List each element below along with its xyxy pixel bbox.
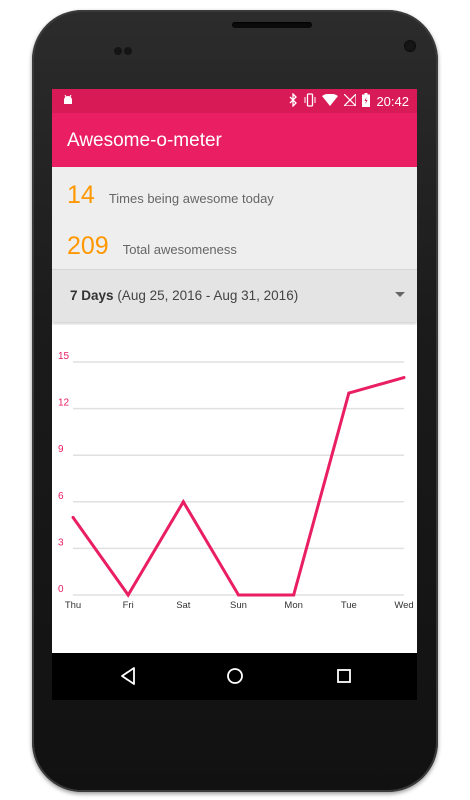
today-metric: 14 Times being awesome today [67,181,274,210]
total-label: Total awesomeness [122,242,237,257]
summary-panel: 14 Times being awesome today 209 Total a… [52,167,417,269]
home-icon[interactable] [224,665,246,692]
x-tick-label: Wed [394,600,413,611]
wifi-icon [322,93,339,109]
recent-apps-icon[interactable] [334,665,354,692]
data-point [402,376,406,380]
y-tick-label: 3 [58,537,64,548]
y-tick-label: 12 [58,398,70,409]
date-range-text: 7 Days (Aug 25, 2016 - Aug 31, 2016) [70,288,298,303]
awesomeness-chart: 0 3 6 9 12 15 Thu Fri Sat Sun Mon Tue Wed [52,325,417,653]
x-tick-label: Mon [284,600,302,611]
x-tick-label: Fri [123,600,134,611]
battery-icon [362,93,371,110]
back-icon[interactable] [118,665,138,692]
x-tick-label: Thu [65,600,81,611]
screen: 20:42 Awesome-o-meter 14 Times being awe… [52,89,417,700]
data-point [292,593,296,597]
app-bar: Awesome-o-meter [52,113,417,167]
y-tick-label: 15 [58,351,70,362]
speaker-grille [232,22,312,28]
vibrate-icon [304,93,316,110]
status-bar: 20:42 [52,89,417,113]
y-tick-label: 9 [58,444,64,455]
chevron-down-icon [395,292,405,297]
bluetooth-icon [289,92,298,110]
total-metric: 209 Total awesomeness [67,232,237,261]
range-selected: 7 Days [70,288,114,303]
front-camera [404,40,416,52]
y-tick-label: 6 [58,491,64,502]
data-point [347,391,351,395]
clock: 20:42 [376,94,409,109]
no-sim-icon [343,92,358,109]
android-debug-icon [62,94,74,110]
series-line [71,376,405,598]
today-count: 14 [67,181,95,209]
data-point [126,593,130,597]
line-chart: 0 3 6 9 12 15 Thu Fri Sat Sun Mon Tue Wed [58,351,414,611]
sensor-dots [114,42,136,55]
x-tick-label: Sun [230,600,247,611]
data-point [181,500,185,504]
navigation-bar [52,653,417,700]
data-point [71,515,75,519]
y-tick-label: 0 [58,584,64,595]
data-point [237,593,240,597]
date-range-dropdown[interactable]: 7 Days (Aug 25, 2016 - Aug 31, 2016) [52,269,417,322]
app-title: Awesome-o-meter [67,130,222,151]
today-label: Times being awesome today [108,191,274,206]
x-tick-label: Sat [176,600,191,611]
range-dates: (Aug 25, 2016 - Aug 31, 2016) [117,288,299,303]
total-count: 209 [67,232,109,260]
x-tick-label: Tue [341,600,357,611]
